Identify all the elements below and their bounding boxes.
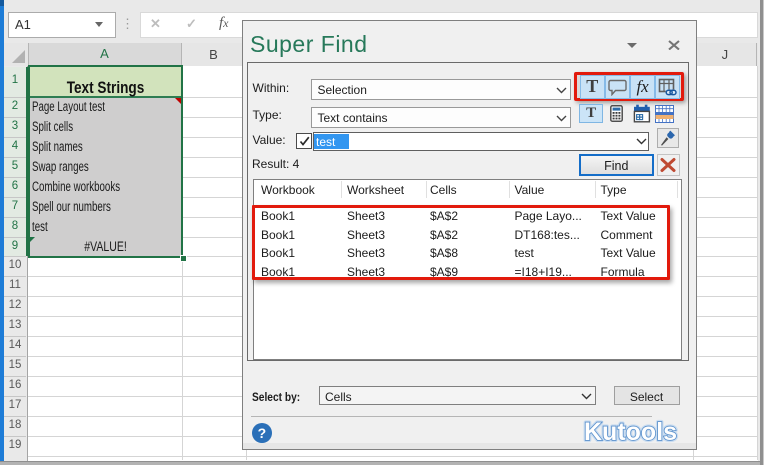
svg-text:Kutools: Kutools <box>584 418 677 446</box>
